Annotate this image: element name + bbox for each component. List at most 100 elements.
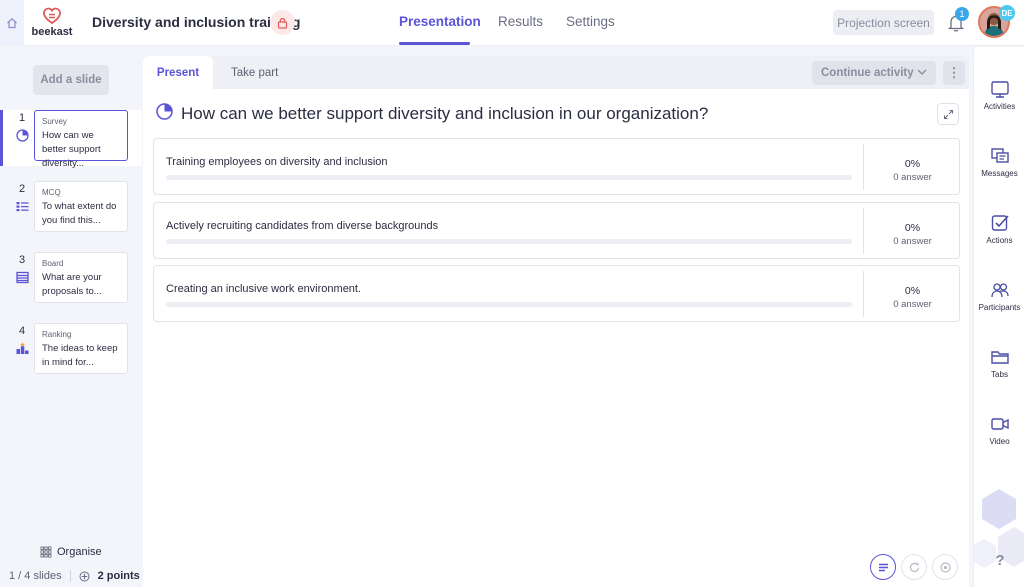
slide-item-2[interactable]: 2 MCQ To what extent do you find this... [0, 181, 142, 237]
sidebar-item-activities[interactable]: Activities [974, 79, 1024, 123]
slide-text: What are your proposals to... [42, 272, 102, 297]
activity-content: How can we better support diversity and … [143, 89, 969, 587]
actions-icon [991, 215, 1009, 231]
lock-button[interactable] [270, 10, 295, 35]
sidebar-item-video[interactable]: Video [974, 414, 1024, 458]
grid-icon [40, 546, 52, 558]
answer-label: Actively recruiting candidates from dive… [166, 220, 439, 232]
slide-type: Board [42, 259, 64, 268]
sidebar-item-label: Activities [983, 102, 1016, 111]
slides-panel: Add a slide 1 Survey How can we better s… [0, 47, 142, 587]
ranking-icon [16, 342, 29, 354]
answer-progress-track [166, 302, 852, 307]
decorative-hexagons [974, 489, 1024, 568]
lock-icon [277, 17, 288, 29]
target-icon [939, 561, 951, 573]
avatar-initials-badge: DE [999, 5, 1015, 21]
folder-icon [990, 351, 1009, 364]
expand-icon [943, 109, 953, 119]
list-view-icon [878, 563, 888, 571]
slide-number: 3 [19, 254, 26, 266]
sidebar-item-label: Participants [978, 303, 1021, 312]
settings-round-button[interactable] [932, 554, 958, 580]
answer-percent: 0% [904, 285, 921, 297]
messages-icon [990, 148, 1009, 163]
answer-progress-track [166, 239, 852, 244]
add-slide-button[interactable]: Add a slide [33, 65, 109, 95]
activities-icon [990, 81, 1009, 98]
slide-type: Survey [42, 117, 67, 126]
video-icon [990, 418, 1009, 430]
slide-text: The ideas to keep in mind for... [42, 343, 118, 368]
chevron-down-icon [917, 69, 927, 75]
home-icon [7, 17, 17, 29]
board-icon [16, 271, 29, 284]
answer-label: Training employees on diversity and incl… [166, 156, 388, 168]
refresh-icon [909, 562, 919, 572]
answer-row: Training employees on diversity and incl… [153, 138, 960, 195]
active-tab-indicator [399, 42, 470, 45]
answer-label: Creating an inclusive work environment. [166, 283, 362, 295]
answer-progress-track [166, 175, 852, 180]
slide-text: To what extent do you find this... [42, 201, 117, 226]
slide-item-1[interactable]: 1 Survey How can we better support diver… [0, 110, 142, 169]
points-icon [79, 571, 90, 581]
slide-number: 1 [19, 112, 26, 124]
slides-count: 1 / 4 slides [9, 570, 62, 582]
more-options-button[interactable]: ⋮ [943, 61, 965, 85]
answer-percent: 0% [904, 158, 921, 170]
sidebar-item-label: Messages [981, 169, 1018, 178]
slide-card[interactable]: Survey How can we better support diversi… [34, 110, 128, 169]
home-button[interactable] [0, 0, 24, 46]
projection-screen-button[interactable]: Projection screen [833, 10, 934, 35]
refresh-button[interactable] [901, 554, 927, 580]
organise-label: Organise [57, 546, 102, 558]
slide-type: MCQ [42, 188, 61, 197]
slide-number: 2 [19, 183, 26, 195]
pie-chart-icon [156, 103, 173, 120]
slide-card[interactable]: Board What are your proposals to... [34, 252, 128, 303]
sidebar-item-participants[interactable]: Participants [974, 280, 1024, 324]
logo-icon [43, 7, 61, 25]
slide-card[interactable]: Ranking The ideas to keep in mind for... [34, 323, 128, 374]
expand-button[interactable] [937, 103, 959, 125]
slide-text: How can we better support diversity... [42, 130, 101, 169]
continue-activity-button[interactable]: Continue activity [812, 61, 936, 85]
answer-percent: 0% [904, 222, 921, 234]
help-button[interactable]: ? [990, 550, 1010, 570]
notification-badge: 1 [955, 7, 969, 21]
slide-number: 4 [19, 325, 26, 337]
slide-item-4[interactable]: 4 Ranking The ideas to keep in mind for.… [0, 323, 142, 379]
divider [69, 570, 71, 582]
top-bar: beekast Diversity and inclusion training… [0, 0, 1024, 46]
sidebar-item-actions[interactable]: Actions [974, 213, 1024, 257]
beekast-logo[interactable]: beekast [30, 7, 74, 41]
organise-button[interactable]: Organise [40, 546, 102, 558]
tab-settings[interactable]: Settings [566, 14, 615, 29]
mcq-grid-icon [16, 202, 29, 212]
display-results-button[interactable] [870, 554, 896, 580]
slide-card[interactable]: MCQ To what extent do you find this... [34, 181, 128, 232]
sidebar-item-messages[interactable]: Messages [974, 146, 1024, 190]
points-value: 2 points [97, 570, 140, 582]
continue-activity-label: Continue activity [821, 67, 914, 79]
tab-results[interactable]: Results [498, 14, 543, 29]
question-title: How can we better support diversity and … [181, 104, 709, 123]
slide-item-3[interactable]: 3 Board What are your proposals to... [0, 252, 142, 308]
answer-count: 0 answer [893, 299, 932, 310]
sidebar-item-tabs[interactable]: Tabs [974, 347, 1024, 391]
tab-take-part[interactable]: Take part [231, 56, 278, 89]
sidebar-item-label: Tabs [991, 370, 1008, 379]
answer-count: 0 answer [893, 236, 932, 247]
slides-footer: 1 / 4 slides 2 points [9, 570, 140, 582]
sidebar-item-label: Actions [986, 236, 1013, 245]
logo-text: beekast [31, 26, 73, 38]
tab-present[interactable]: Present [143, 56, 213, 89]
sidebar-item-label: Video [989, 437, 1010, 446]
slide-type: Ranking [42, 330, 72, 339]
right-sidebar: Activities Messages Actions Participants… [973, 47, 1024, 587]
tab-presentation[interactable]: Presentation [399, 14, 481, 29]
answer-row: Creating an inclusive work environment. … [153, 265, 960, 322]
pie-chart-icon [16, 129, 29, 142]
answer-count: 0 answer [893, 172, 932, 183]
